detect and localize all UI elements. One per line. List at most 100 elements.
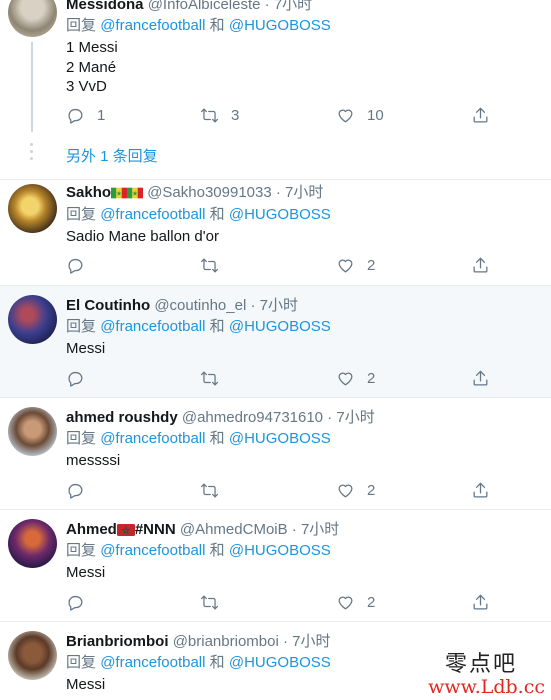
tweet-header: ahmed roushdy @ahmedro94731610 · 7小时 [66, 408, 375, 428]
timestamp[interactable]: · 7小时 [276, 184, 324, 201]
display-name[interactable]: Brianbriomboi [66, 633, 169, 650]
mention-link[interactable]: @francefootball [100, 206, 205, 223]
handle[interactable]: @ahmedro94731610 [182, 409, 323, 426]
reply-button[interactable]: 1 [66, 105, 105, 125]
reply-icon [68, 108, 83, 124]
mention-link[interactable]: @HUGOBOSS [229, 17, 331, 34]
mention-link[interactable]: @francefootball [100, 430, 205, 447]
retweet-button[interactable] [200, 368, 231, 388]
reply-prefix: 回复 [66, 318, 97, 335]
display-name[interactable]: Messidona [66, 0, 144, 13]
tweet[interactable]: ahmed roushdy @ahmedro94731610 · 7小时 回复 … [0, 398, 551, 510]
reply-button[interactable] [66, 592, 97, 612]
display-name[interactable]: ahmed roushdy [66, 409, 178, 426]
timestamp[interactable]: · 7小时 [250, 297, 298, 314]
reply-context: 回复 @francefootball 和 @HUGOBOSS [66, 653, 331, 673]
retweet-button[interactable] [200, 255, 231, 275]
reply-icon [68, 483, 83, 499]
reply-count: 1 [97, 106, 106, 124]
timestamp[interactable]: · 7小时 [327, 409, 375, 426]
show-more-replies-link[interactable]: 另外 1 条回复 [66, 145, 158, 166]
tweet-actions: 2 [66, 592, 496, 612]
watermark-cn-text: 零点吧 [444, 652, 517, 677]
retweet-button[interactable] [200, 592, 231, 612]
retweet-count: 3 [231, 106, 240, 124]
display-name[interactable]: Ahmed [66, 521, 117, 538]
mention-link[interactable]: @HUGOBOSS [229, 654, 331, 671]
tweet[interactable]: Sakho @Sakho30991033 · 7小时 回复 @francefoo… [0, 180, 551, 286]
reply-joiner: 和 [209, 542, 225, 559]
handle[interactable]: @brianbriomboi [173, 633, 279, 650]
share-button[interactable] [471, 592, 490, 612]
reply-button[interactable] [66, 368, 97, 388]
tweet-text: Messi [66, 564, 106, 581]
share-button[interactable] [471, 368, 490, 388]
tweet-actions: 2 [66, 368, 496, 388]
reply-joiner: 和 [209, 318, 225, 335]
tweet-text: Sadio Mane ballon d'or [66, 228, 219, 245]
avatar[interactable] [8, 519, 57, 568]
like-button[interactable]: 2 [336, 480, 375, 500]
tweet-actions: 2 [66, 480, 496, 500]
display-name[interactable]: Sakho [66, 184, 111, 201]
reply-context: 回复 @francefootball 和 @HUGOBOSS [66, 317, 331, 337]
tweet-header: Messidona @InfoAlbiceleste · 7小时 [66, 0, 312, 15]
reply-prefix: 回复 [66, 17, 97, 34]
mention-link[interactable]: @HUGOBOSS [229, 206, 331, 223]
heart-icon [338, 372, 353, 385]
mention-link[interactable]: @francefootball [100, 318, 205, 335]
reply-button[interactable] [66, 255, 97, 275]
thread-line [31, 42, 33, 132]
mention-link[interactable]: @francefootball [100, 542, 205, 559]
mention-link[interactable]: @francefootball [100, 17, 205, 34]
avatar[interactable] [8, 184, 57, 233]
reply-prefix: 回复 [66, 430, 97, 447]
display-name-suffix[interactable]: #NNN [135, 521, 176, 538]
timestamp[interactable]: · 7小时 [265, 0, 313, 13]
handle[interactable]: @InfoAlbiceleste [148, 0, 261, 13]
tweet[interactable]: Ahmed #NNN @AhmedCMoiB · 7小时 回复 @francefo… [0, 510, 551, 622]
heart-icon [338, 259, 353, 272]
avatar[interactable] [8, 295, 57, 344]
reply-context: 回复 @francefootball 和 @HUGOBOSS [66, 205, 331, 225]
tweet[interactable]: El Coutinho @coutinho_el · 7小时 回复 @franc… [0, 286, 551, 398]
share-button[interactable] [471, 480, 490, 500]
share-icon [473, 370, 488, 385]
handle[interactable]: @Sakho30991033 [147, 184, 272, 201]
avatar[interactable] [8, 631, 57, 680]
avatar[interactable] [8, 0, 57, 37]
share-icon [473, 482, 488, 497]
share-button[interactable] [471, 105, 490, 125]
retweet-button[interactable]: 3 [200, 105, 239, 125]
like-button[interactable]: 10 [336, 105, 384, 125]
retweet-icon [200, 483, 219, 497]
like-button[interactable]: 2 [336, 255, 375, 275]
retweet-icon [200, 108, 219, 122]
like-button[interactable]: 2 [336, 592, 375, 612]
watermark-url-text: www.Ldb.cc [428, 676, 545, 698]
reply-prefix: 回复 [66, 206, 97, 223]
retweet-icon [200, 258, 219, 272]
tweet[interactable]: Messidona @InfoAlbiceleste · 7小时 回复 @fra… [0, 0, 551, 180]
mention-link[interactable]: @HUGOBOSS [229, 430, 331, 447]
avatar[interactable] [8, 407, 57, 456]
handle[interactable]: @AhmedCMoiB [180, 521, 288, 538]
like-button[interactable]: 2 [336, 368, 375, 388]
mention-link[interactable]: @francefootball [100, 654, 205, 671]
timestamp[interactable]: · 7小时 [283, 633, 331, 650]
thread-dots [30, 143, 34, 164]
like-count: 2 [367, 369, 376, 387]
retweet-button[interactable] [200, 480, 231, 500]
mention-link[interactable]: @HUGOBOSS [229, 318, 331, 335]
reply-button[interactable] [66, 480, 97, 500]
like-count: 10 [367, 106, 384, 124]
senegal-flag-icon [111, 185, 128, 205]
handle[interactable]: @coutinho_el [154, 297, 246, 314]
reply-joiner: 和 [209, 206, 225, 223]
reply-icon [68, 595, 83, 611]
timestamp[interactable]: · 7小时 [292, 521, 340, 538]
share-icon [473, 594, 488, 609]
share-button[interactable] [471, 255, 490, 275]
display-name[interactable]: El Coutinho [66, 297, 150, 314]
mention-link[interactable]: @HUGOBOSS [229, 542, 331, 559]
